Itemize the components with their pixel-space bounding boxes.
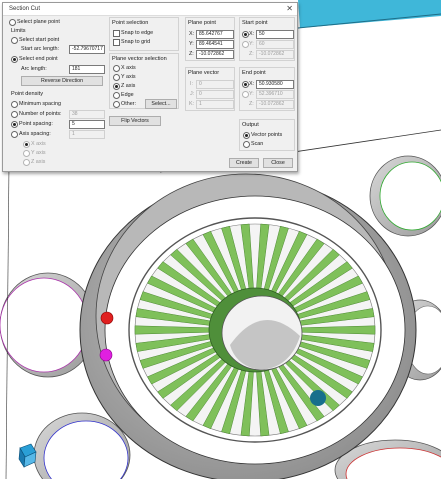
end-x-input[interactable]: 50.930580 <box>256 80 294 89</box>
scan-radio[interactable] <box>243 141 250 148</box>
start-x-radio[interactable] <box>242 31 249 38</box>
plane-vector-k-label: K: <box>189 101 195 107</box>
start-z-input[interactable]: -10.072862 <box>256 50 294 59</box>
start-point-title: Start point <box>242 20 268 26</box>
end-x-radio[interactable] <box>242 81 249 88</box>
plane-edge-radio[interactable] <box>113 92 120 99</box>
turbine-hub <box>208 287 303 373</box>
start-y-radio[interactable] <box>242 41 249 48</box>
end-y-input[interactable]: 52.396710 <box>256 90 294 99</box>
plane-x-axis-radio[interactable] <box>113 65 120 72</box>
teal-marker <box>310 390 326 406</box>
start-arc-length-input[interactable]: -52.79670717 <box>69 45 105 54</box>
plane-x-axis-label: X axis <box>121 65 136 71</box>
arc-length-input[interactable]: 181 <box>69 65 105 74</box>
point-spacing-radio[interactable] <box>11 121 18 128</box>
point-spacing-input[interactable]: 5 <box>69 120 105 129</box>
plane-other-label: Other: <box>121 101 136 107</box>
start-x-input[interactable]: 50 <box>256 30 294 39</box>
plane-point-y-input[interactable]: 89.464541 <box>196 40 234 49</box>
plane-vector-j-input[interactable]: 0 <box>196 90 234 99</box>
plane-point-title: Plane point <box>188 20 216 26</box>
minimum-spacing-radio[interactable] <box>11 101 18 108</box>
start-y-input[interactable]: 60 <box>256 40 294 49</box>
end-z-input[interactable]: -10.072862 <box>256 100 294 109</box>
axis-spacing-y-label: Y axis <box>31 150 46 156</box>
axis-spacing-radio[interactable] <box>11 131 18 138</box>
start-z-label: Z: <box>249 51 254 57</box>
snap-to-grid-checkbox[interactable] <box>113 39 120 46</box>
select-end-point-radio[interactable] <box>11 56 18 63</box>
flip-vectors-button[interactable]: Flip Vectors <box>109 116 161 126</box>
select-plane-point-label: Select plane point <box>17 19 60 25</box>
plane-z-axis-label: Z axis <box>121 83 136 89</box>
axis-spacing-z-label: Z axis <box>31 159 46 165</box>
arc-length-label: Arc length: <box>21 66 47 72</box>
point-spacing-label: Point spacing: <box>19 121 53 127</box>
scan-label: Scan <box>251 141 264 147</box>
section-cut-dialog: Section Cut ✕ Select plane point Limits … <box>2 2 298 172</box>
close-button[interactable]: Close <box>263 158 293 168</box>
snap-to-edge-label: Snap to edge <box>121 30 154 36</box>
plane-y-axis-radio[interactable] <box>113 74 120 81</box>
select-start-point-label: Select start point <box>19 37 60 43</box>
start-point-marker[interactable] <box>100 311 114 325</box>
snap-to-grid-label: Snap to grid <box>121 39 151 45</box>
snap-to-edge-checkbox[interactable] <box>113 30 120 37</box>
axis-spacing-z-radio[interactable] <box>23 159 30 166</box>
create-button[interactable]: Create <box>229 158 259 168</box>
end-point-title: End point <box>242 70 266 76</box>
select-plane-point-radio[interactable] <box>9 19 16 26</box>
axis-spacing-x-label: X axis <box>31 141 46 147</box>
plane-edge-label: Edge <box>121 92 134 98</box>
plane-point-x-input[interactable]: 85.642767 <box>196 30 234 39</box>
dialog-title: Section Cut <box>9 6 41 12</box>
select-end-point-label: Select end point <box>19 56 58 62</box>
plane-vector-selection-title: Plane vector selection <box>112 56 167 62</box>
axis-spacing-input[interactable]: 1 <box>69 130 105 139</box>
select-vector-button[interactable]: Select... <box>145 99 177 109</box>
minimum-spacing-label: Minimum spacing <box>19 101 61 107</box>
end-z-label: Z: <box>249 101 254 107</box>
plane-z-axis-radio[interactable] <box>113 83 120 90</box>
vector-points-radio[interactable] <box>243 132 250 139</box>
output-title: Output <box>242 122 259 128</box>
view-cube-icon[interactable] <box>18 443 37 468</box>
end-point-marker[interactable] <box>99 348 113 362</box>
end-y-radio[interactable] <box>242 91 249 98</box>
plane-point-z-input[interactable]: -10.072862 <box>196 50 234 59</box>
reverse-direction-button[interactable]: Reverse Direction <box>21 76 103 86</box>
plane-vector-title: Plane vector <box>188 70 220 76</box>
axis-spacing-x-radio[interactable] <box>23 141 30 148</box>
end-y-label: Y: <box>249 91 254 97</box>
number-of-points-input[interactable]: 38 <box>69 110 105 119</box>
plane-point-y-label: Y: <box>189 41 194 47</box>
plane-other-radio[interactable] <box>113 101 120 108</box>
cylinder-right-top <box>369 155 441 237</box>
close-icon[interactable]: ✕ <box>286 4 293 13</box>
axis-spacing-y-radio[interactable] <box>23 150 30 157</box>
point-selection-title: Point selection <box>112 20 149 26</box>
number-of-points-label: Number of points: <box>19 111 62 117</box>
plane-point-z-label: Z: <box>189 51 194 57</box>
dialog-titlebar: Section Cut ✕ <box>3 3 297 16</box>
start-y-label: Y: <box>249 41 254 47</box>
select-start-point-radio[interactable] <box>11 37 18 44</box>
end-x-label: X: <box>249 81 255 87</box>
number-of-points-radio[interactable] <box>11 111 18 118</box>
plane-y-axis-label: Y axis <box>121 74 136 80</box>
axis-spacing-label: Axis spacing: <box>19 131 51 137</box>
plane-point-x-label: X: <box>189 31 195 37</box>
plane-vector-k-input[interactable]: 1 <box>196 100 234 109</box>
limits-title: Limits <box>11 28 26 34</box>
plane-vector-j-label: J: <box>190 91 195 97</box>
start-x-label: X: <box>249 31 255 37</box>
plane-vector-i-input[interactable]: 0 <box>196 80 234 89</box>
point-density-title: Point density <box>11 91 44 97</box>
vector-points-label: Vector points <box>251 132 283 138</box>
plane-vector-i-label: I: <box>190 81 193 87</box>
cyan-sheet <box>298 0 441 28</box>
start-arc-length-label: Start arc length: <box>21 46 60 52</box>
